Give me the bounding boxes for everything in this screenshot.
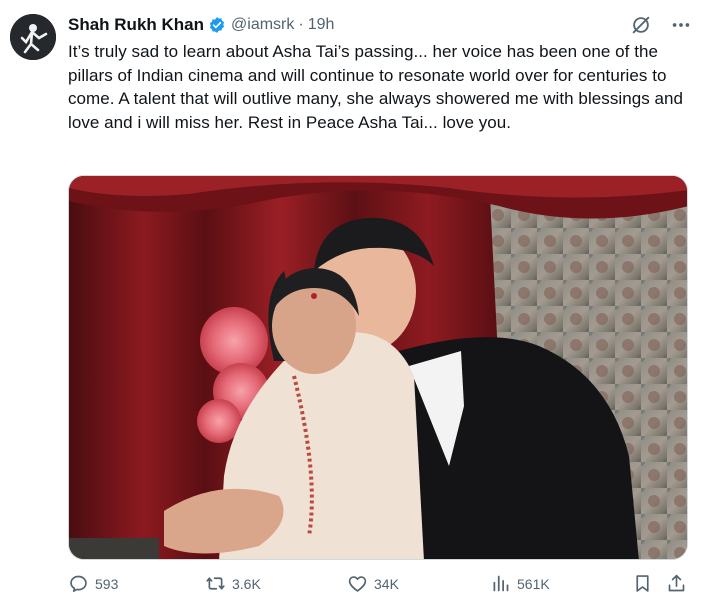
like-button[interactable]: 34K <box>347 573 399 594</box>
views-button[interactable]: 561K <box>490 573 550 594</box>
grok-icon[interactable] <box>630 14 652 36</box>
heart-icon <box>348 576 367 592</box>
tweet-actions: 593 3.6K 34K 561K <box>68 573 690 599</box>
avatar[interactable] <box>10 14 56 60</box>
reply-count: 593 <box>95 575 119 592</box>
avatar-image <box>10 14 56 60</box>
tweet-header: Shah Rukh Khan @iamsrk · 19h <box>68 14 334 36</box>
verified-badge-icon <box>209 17 225 33</box>
tweet-top-actions <box>630 14 692 36</box>
tweet-card[interactable]: Shah Rukh Khan @iamsrk · 19h It’s truly … <box>0 0 706 607</box>
repost-icon <box>206 577 225 590</box>
repost-count: 3.6K <box>232 575 261 592</box>
tweet-photo[interactable] <box>68 175 688 560</box>
share-icon <box>668 574 685 592</box>
separator-dot: · <box>298 16 304 33</box>
photo-image <box>69 176 687 559</box>
timestamp[interactable]: 19h <box>308 16 335 34</box>
more-icon[interactable] <box>670 14 692 36</box>
tweet-text: It’s truly sad to learn about Asha Tai’s… <box>68 42 684 132</box>
views-icon <box>493 575 509 592</box>
like-count: 34K <box>374 575 399 592</box>
share-button[interactable] <box>666 573 687 594</box>
bookmark-button[interactable] <box>632 573 653 594</box>
reply-button[interactable]: 593 <box>68 573 118 594</box>
views-count: 561K <box>517 575 550 592</box>
repost-button[interactable]: 3.6K <box>205 573 261 594</box>
bookmark-icon <box>636 575 649 592</box>
reply-icon <box>70 575 87 593</box>
display-name[interactable]: Shah Rukh Khan <box>68 15 204 35</box>
handle[interactable]: @iamsrk <box>231 16 294 34</box>
